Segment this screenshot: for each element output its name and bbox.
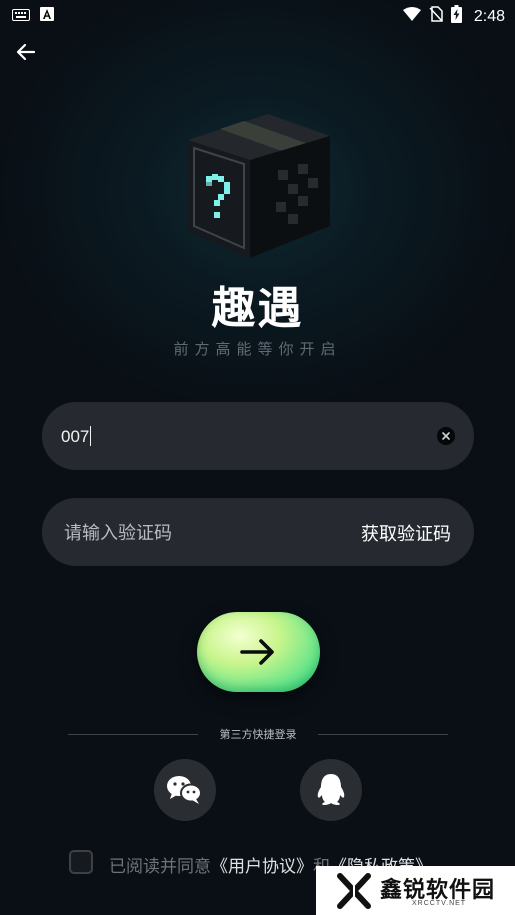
battery-charging-icon: [450, 5, 462, 28]
user-agreement-link[interactable]: 《用户协议》: [211, 857, 313, 876]
divider-line-right: [318, 734, 448, 735]
qq-login-button[interactable]: [300, 759, 362, 821]
watermark-logo-icon: [337, 873, 371, 909]
phone-value: 007: [61, 427, 90, 446]
back-button[interactable]: [12, 38, 40, 66]
third-party-divider: 第三方快捷登录: [68, 726, 448, 742]
arrow-left-icon: [16, 43, 36, 61]
agreement-prefix: 已阅读并同意: [109, 857, 211, 876]
wechat-icon: [167, 776, 202, 804]
app-slogan: 前方高能等你开启: [173, 341, 342, 358]
status-bar: 2:48: [0, 0, 515, 30]
verification-code-field[interactable]: 获取验证码: [42, 498, 474, 568]
watermark-sub: XRCCTV.NET: [412, 900, 467, 907]
qq-icon: [317, 774, 345, 805]
keyboard-icon: [12, 8, 30, 26]
clear-phone-button[interactable]: [437, 427, 455, 445]
watermark: 鑫锐软件园 XRCCTV.NET: [316, 866, 515, 915]
status-time: 2:48: [473, 7, 505, 25]
wifi-icon: [402, 7, 421, 26]
phone-field[interactable]: 007: [42, 402, 474, 470]
a-badge-icon: [40, 7, 54, 26]
verification-code-input[interactable]: [62, 498, 336, 568]
login-submit-button[interactable]: [197, 612, 320, 692]
agreement-checkbox[interactable]: [69, 850, 93, 874]
wechat-login-button[interactable]: [154, 759, 216, 821]
app-logo: [180, 108, 340, 268]
get-code-button[interactable]: 获取验证码: [361, 520, 451, 546]
arrow-right-icon: [240, 639, 274, 665]
no-sim-icon: [429, 6, 443, 27]
app-title: 趣遇: [211, 283, 304, 334]
text-caret: [90, 426, 92, 446]
mystery-box-icon: [188, 114, 330, 258]
close-icon: [442, 432, 450, 440]
